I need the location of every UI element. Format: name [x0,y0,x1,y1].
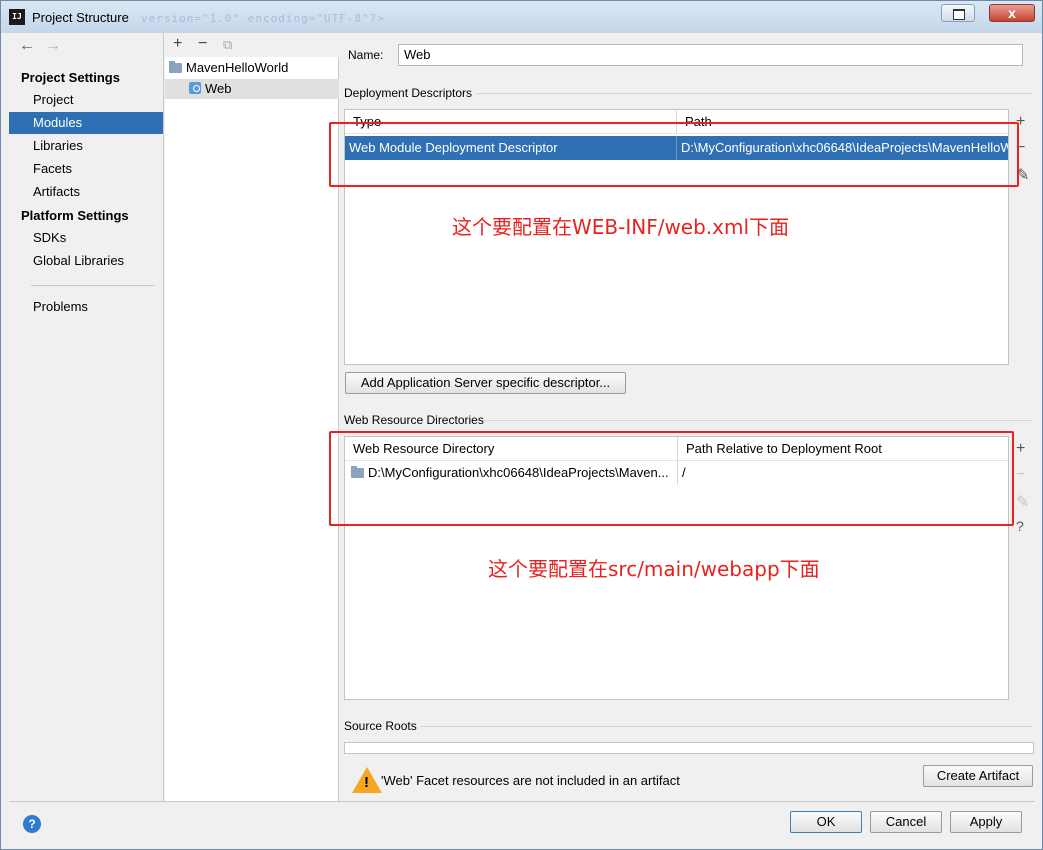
edit-resource-icon[interactable]: ✎ [1016,492,1029,512]
ok-button[interactable]: OK [790,811,862,833]
module-folder-icon [169,61,182,73]
nav-item-libraries[interactable]: Libraries [9,135,163,157]
close-window-button[interactable]: x [989,4,1035,22]
dialog-body: ← → Project Settings Project Modules Libr… [9,33,1035,843]
remove-resource-icon[interactable]: − [1016,466,1025,484]
forward-arrow-icon[interactable]: → [45,37,61,54]
resource-annotation-note: 这个要配置在src/main/webapp下面 [488,557,820,581]
restore-window-button[interactable] [941,4,975,22]
web-facet-icon [189,82,201,94]
tree-item-label: Web [205,81,232,96]
cancel-button[interactable]: Cancel [870,811,942,833]
descriptor-annotation-note: 这个要配置在WEB-INF/web.xml下面 [452,215,790,239]
add-server-descriptor-button[interactable]: Add Application Server specific descript… [345,372,626,394]
project-settings-header: Project Settings [21,70,120,85]
platform-settings-header: Platform Settings [21,208,129,223]
footer-divider [9,801,1035,802]
name-label: Name: [348,48,384,62]
project-structure-window: IJ Project Structure version="1.0" encod… [0,0,1043,850]
nav-item-problems[interactable]: Problems [9,296,163,318]
nav-item-facets[interactable]: Facets [9,158,163,180]
background-ghost-text: version="1.0" encoding="UTF-8"?> [141,12,385,25]
tree-item-label: MavenHelloWorld [186,60,289,75]
nav-item-modules[interactable]: Modules [9,112,163,134]
deployment-descriptors-title: Deployment Descriptors [344,86,473,100]
add-resource-icon[interactable]: + [1016,440,1025,458]
web-resource-directories-title: Web Resource Directories [344,413,484,427]
descriptor-annotation-box [329,122,1019,187]
source-roots-title: Source Roots [344,719,417,733]
copy-icon[interactable]: ⧉ [223,37,232,53]
add-icon[interactable]: + [173,35,182,53]
settings-navigation: ← → Project Settings Project Modules Libr… [9,33,164,801]
help-icon[interactable]: ? [23,815,41,833]
resource-annotation-box [329,431,1014,526]
nav-item-artifacts[interactable]: Artifacts [9,181,163,203]
intellij-app-icon: IJ [9,9,25,25]
create-artifact-button[interactable]: Create Artifact [923,765,1033,787]
section-divider [420,726,1033,727]
apply-button[interactable]: Apply [950,811,1022,833]
history-arrows: ← → [19,37,71,55]
remove-icon[interactable]: − [198,35,207,53]
nav-divider [31,285,155,286]
source-roots-list[interactable] [344,742,1034,754]
module-tree-panel: + − ⧉ MavenHelloWorld Web [165,33,339,801]
tree-toolbar: + − ⧉ [165,33,339,57]
nav-item-sdks[interactable]: SDKs [9,227,163,249]
back-arrow-icon[interactable]: ← [19,37,35,54]
window-title: Project Structure [32,10,129,25]
nav-item-global-libraries[interactable]: Global Libraries [9,250,163,272]
nav-item-project[interactable]: Project [9,89,163,111]
warning-exclamation: ! [364,774,369,791]
title-bar[interactable]: IJ Project Structure version="1.0" encod… [1,1,1042,33]
tree-item-web[interactable]: Web [165,79,339,99]
section-divider [477,93,1033,94]
help-resource-icon[interactable]: ? [1016,518,1024,534]
section-divider [483,420,1033,421]
tree-item-mavenhelloworld[interactable]: MavenHelloWorld [165,58,339,78]
name-field[interactable]: Web [398,44,1023,66]
warning-message: 'Web' Facet resources are not included i… [381,773,680,788]
